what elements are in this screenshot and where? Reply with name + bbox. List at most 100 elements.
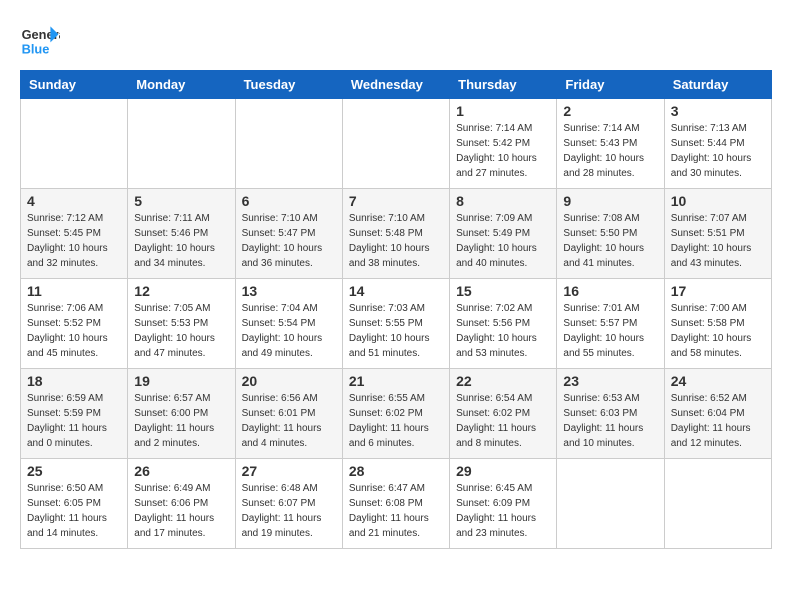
day-info: Sunrise: 6:59 AMSunset: 5:59 PMDaylight:… [27,391,121,451]
daylight-hours: Daylight: 10 hours and 41 minutes. [563,243,644,269]
sunrise-time: Sunrise: 7:00 AM [671,303,747,314]
sunset-time: Sunset: 6:07 PM [242,498,316,509]
calendar-cell: 1Sunrise: 7:14 AMSunset: 5:42 PMDaylight… [450,99,557,189]
day-number: 7 [349,193,443,209]
day-info: Sunrise: 7:03 AMSunset: 5:55 PMDaylight:… [349,301,443,361]
day-number: 25 [27,463,121,479]
daylight-hours: Daylight: 11 hours and 10 minutes. [563,423,643,449]
logo: General Blue [20,20,64,60]
day-number: 4 [27,193,121,209]
day-info: Sunrise: 6:57 AMSunset: 6:00 PMDaylight:… [134,391,228,451]
sunset-time: Sunset: 5:45 PM [27,228,101,239]
sunrise-time: Sunrise: 7:08 AM [563,213,639,224]
day-number: 23 [563,373,657,389]
daylight-hours: Daylight: 11 hours and 4 minutes. [242,423,322,449]
day-info: Sunrise: 6:54 AMSunset: 6:02 PMDaylight:… [456,391,550,451]
sunset-time: Sunset: 5:58 PM [671,318,745,329]
daylight-hours: Daylight: 11 hours and 8 minutes. [456,423,536,449]
calendar-cell: 2Sunrise: 7:14 AMSunset: 5:43 PMDaylight… [557,99,664,189]
daylight-hours: Daylight: 11 hours and 6 minutes. [349,423,429,449]
daylight-hours: Daylight: 11 hours and 12 minutes. [671,423,751,449]
calendar-cell: 5Sunrise: 7:11 AMSunset: 5:46 PMDaylight… [128,189,235,279]
daylight-hours: Daylight: 11 hours and 19 minutes. [242,513,322,539]
day-info: Sunrise: 7:08 AMSunset: 5:50 PMDaylight:… [563,211,657,271]
day-number: 29 [456,463,550,479]
sunset-time: Sunset: 5:49 PM [456,228,530,239]
calendar-cell: 13 Sunrise: 7:04 AMSunset: 5:54 PMDayligh… [235,279,342,369]
day-number: 6 [242,193,336,209]
sunrise-time: Sunrise: 6:56 AM [242,393,318,404]
day-info: Sunrise: 7:10 AMSunset: 5:47 PMDaylight:… [242,211,336,271]
daylight-hours: Daylight: 10 hours and 47 minutes. [134,333,215,359]
day-info: Sunrise: 7:14 AMSunset: 5:43 PMDaylight:… [563,121,657,181]
daylight-hours: Daylight: 10 hours and 49 minutes. [242,333,323,359]
sunrise-time: Sunrise: 6:50 AM [27,483,103,494]
day-number: 9 [563,193,657,209]
daylight-hours: Daylight: 10 hours and 51 minutes. [349,333,430,359]
weekday-header-friday: Friday [557,71,664,99]
sunrise-time: Sunrise: 6:54 AM [456,393,532,404]
calendar-cell: 26Sunrise: 6:49 AMSunset: 6:06 PMDayligh… [128,459,235,549]
calendar-cell [235,99,342,189]
sunrise-time: Sunrise: 6:59 AM [27,393,103,404]
daylight-hours: Daylight: 11 hours and 2 minutes. [134,423,214,449]
day-info: Sunrise: 7:04 AMSunset: 5:54 PMDaylight:… [242,301,336,361]
sunrise-time: Sunrise: 6:52 AM [671,393,747,404]
sunset-time: Sunset: 6:00 PM [134,408,208,419]
weekday-header-row: SundayMondayTuesdayWednesdayThursdayFrid… [21,71,772,99]
weekday-header-sunday: Sunday [21,71,128,99]
day-number: 12 [134,283,228,299]
sunset-time: Sunset: 5:54 PM [242,318,316,329]
calendar-cell [557,459,664,549]
day-number: 20 [242,373,336,389]
calendar-cell: 25Sunrise: 6:50 AMSunset: 6:05 PMDayligh… [21,459,128,549]
daylight-hours: Daylight: 10 hours and 38 minutes. [349,243,430,269]
sunset-time: Sunset: 5:51 PM [671,228,745,239]
day-number: 24 [671,373,765,389]
day-info: Sunrise: 7:09 AMSunset: 5:49 PMDaylight:… [456,211,550,271]
sunset-time: Sunset: 5:57 PM [563,318,637,329]
day-info: Sunrise: 6:47 AMSunset: 6:08 PMDaylight:… [349,481,443,541]
sunset-time: Sunset: 5:44 PM [671,138,745,149]
calendar-cell: 20Sunrise: 6:56 AMSunset: 6:01 PMDayligh… [235,369,342,459]
sunset-time: Sunset: 5:52 PM [27,318,101,329]
weekday-header-thursday: Thursday [450,71,557,99]
day-number: 15 [456,283,550,299]
sunrise-time: Sunrise: 7:07 AM [671,213,747,224]
weekday-header-wednesday: Wednesday [342,71,449,99]
calendar-cell: 24 Sunrise: 6:52 AM Sunset: 6:04 PM Dayligh… [664,369,771,459]
weekday-header-saturday: Saturday [664,71,771,99]
daylight-hours: Daylight: 10 hours and 32 minutes. [27,243,108,269]
day-info: Sunrise: 6:53 AMSunset: 6:03 PMDaylight:… [563,391,657,451]
daylight-hours: Daylight: 11 hours and 14 minutes. [27,513,107,539]
day-info: Sunrise: 7:10 AMSunset: 5:48 PMDaylight:… [349,211,443,271]
day-info: Sunrise: 7:14 AMSunset: 5:42 PMDaylight:… [456,121,550,181]
day-number: 13 [242,283,336,299]
sunrise-time: Sunrise: 7:03 AM [349,303,425,314]
calendar-cell: 19 Sunrise: 6:57 AMSunset: 6:00 PMDayligh… [128,369,235,459]
day-number: 21 [349,373,443,389]
sunset-time: Sunset: 5:42 PM [456,138,530,149]
day-number: 19 [134,373,228,389]
sunset-time: Sunset: 6:08 PM [349,498,423,509]
day-info: Sunrise: 7:01 AMSunset: 5:57 PMDaylight:… [563,301,657,361]
calendar-cell [21,99,128,189]
day-number: 17 [671,283,765,299]
calendar-cell: 29 Sunrise: 6:45 AMSunset: 6:09 PMDayligh… [450,459,557,549]
day-number: 22 [456,373,550,389]
daylight-hours: Daylight: 11 hours and 21 minutes. [349,513,429,539]
daylight-hours: Daylight: 10 hours and 28 minutes. [563,153,644,179]
day-info: Sunrise: 6:45 AMSunset: 6:09 PMDaylight:… [456,481,550,541]
day-number: 26 [134,463,228,479]
day-info: Sunrise: 7:05 AMSunset: 5:53 PMDaylight:… [134,301,228,361]
daylight-hours: Daylight: 10 hours and 36 minutes. [242,243,323,269]
day-info: Sunrise: 7:00 AMSunset: 5:58 PMDaylight:… [671,301,765,361]
day-info: Sunrise: 7:12 AMSunset: 5:45 PMDaylight:… [27,211,121,271]
calendar-cell: 23 Sunrise: 6:53 AMSunset: 6:03 PMDayligh… [557,369,664,459]
sunset-time: Sunset: 5:48 PM [349,228,423,239]
sunset-time: Sunset: 6:04 PM [671,408,745,419]
calendar-cell: 27Sunrise: 6:48 AMSunset: 6:07 PMDayligh… [235,459,342,549]
calendar-week-row: 11Sunrise: 7:06 AMSunset: 5:52 PMDayligh… [21,279,772,369]
sunset-time: Sunset: 6:03 PM [563,408,637,419]
calendar-cell: 11Sunrise: 7:06 AMSunset: 5:52 PMDayligh… [21,279,128,369]
